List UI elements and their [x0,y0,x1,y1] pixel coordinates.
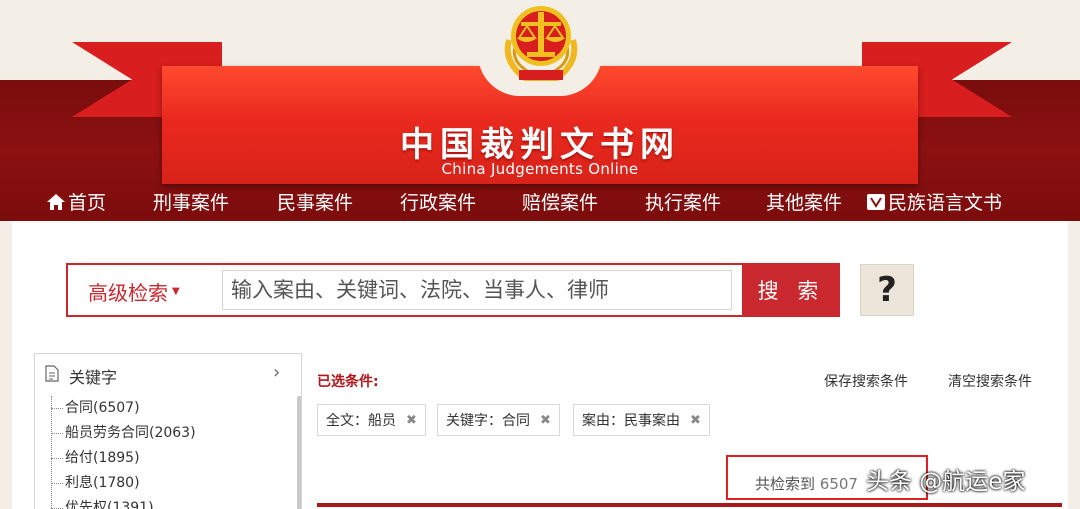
tree-item[interactable]: 利息(1780) [51,471,295,496]
clear-conditions-link[interactable]: 清空搜索条件 [948,371,1032,391]
nav-compensation-label: 赔偿案件 [522,192,599,214]
chip-label: 案由：民事案由 [582,413,680,429]
nav-home-label: 首页 [68,192,107,214]
nav-compensation[interactable]: 赔偿案件 [522,188,598,215]
close-icon[interactable]: ✖ [406,413,417,428]
result-number: 6507 [819,475,858,493]
nav-home[interactable]: 首页 [46,188,106,215]
nav-criminal[interactable]: 刑事案件 [153,188,229,215]
chip-label: 关键字：合同 [446,413,530,429]
nav-administrative[interactable]: 行政案件 [400,188,476,215]
nav-civil[interactable]: 民事案件 [277,188,353,215]
chevron-right-icon: › [273,362,281,383]
court-emblem-icon [504,6,578,81]
keyword-panel-header[interactable]: 关键字 › [35,354,301,394]
main-nav: 首页 刑事案件 民事案件 行政案件 赔偿案件 执行案件 其他案件 民族语言文书 [0,184,1080,218]
nav-enforcement[interactable]: 执行案件 [645,188,721,215]
tree-item[interactable]: 合同(6507) [51,396,295,421]
search-button[interactable]: 搜 索 [742,263,840,317]
site-header: 中国裁判文书网 China Judgements Online 首页 刑事案件 … [0,0,1080,221]
home-icon [47,193,65,210]
page: 中国裁判文书网 China Judgements Online 首页 刑事案件 … [0,0,1080,509]
condition-chip-keyword: 关键字：合同 ✖ [437,404,560,436]
nav-civil-label: 民事案件 [277,192,354,214]
results-divider [317,503,1062,507]
chip-label: 全文：船员 [326,413,396,429]
nav-ethnic-language[interactable]: 民族语言文书 [866,188,1002,215]
keyword-filter-panel: 关键字 › 合同(6507) 船员劳务合同(2063) 给付(1895) 利息(… [34,353,302,509]
tree-item[interactable]: 船员劳务合同(2063) [51,421,295,446]
result-count: 共检索到 6507 [755,473,858,494]
document-icon [45,365,59,382]
result-prefix: 共检索到 [755,475,816,493]
site-title: 中国裁判文书网 [400,125,680,165]
condition-chip-fulltext: 全文：船员 ✖ [317,404,426,436]
nav-other[interactable]: 其他案件 [766,188,842,215]
keyword-tree: 合同(6507) 船员劳务合同(2063) 给付(1895) 利息(1780) … [51,396,295,509]
keyword-panel-title: 关键字 [69,368,118,387]
nav-ethnic-language-label: 民族语言文书 [888,192,1003,214]
watermark: 头条 @航运e家 [866,469,1026,495]
help-button[interactable]: ? [860,264,914,316]
advanced-search-dropdown[interactable]: 高级检索 ▼ [88,277,180,306]
search-bar: 高级检索 ▼ 搜 索 [66,263,840,317]
tree-item[interactable]: 优先权(1391) [51,496,295,509]
tree-item[interactable]: 给付(1895) [51,446,295,471]
close-icon[interactable]: ✖ [690,413,701,428]
condition-chip-cause: 案由：民事案由 ✖ [573,404,710,436]
ethnic-language-icon [867,193,885,210]
search-input[interactable] [222,270,732,310]
site-subtitle: China Judgements Online [441,160,639,178]
advanced-search-label: 高级检索 [88,281,168,305]
nav-enforcement-label: 执行案件 [645,192,722,214]
nav-other-label: 其他案件 [766,192,843,214]
caret-down-icon: ▼ [172,286,180,297]
nav-administrative-label: 行政案件 [400,192,477,214]
save-conditions-link[interactable]: 保存搜索条件 [824,371,908,391]
nav-criminal-label: 刑事案件 [153,192,230,214]
close-icon[interactable]: ✖ [540,413,551,428]
panel-scrollbar[interactable] [297,396,301,509]
selected-conditions-label: 已选条件: [317,374,379,390]
